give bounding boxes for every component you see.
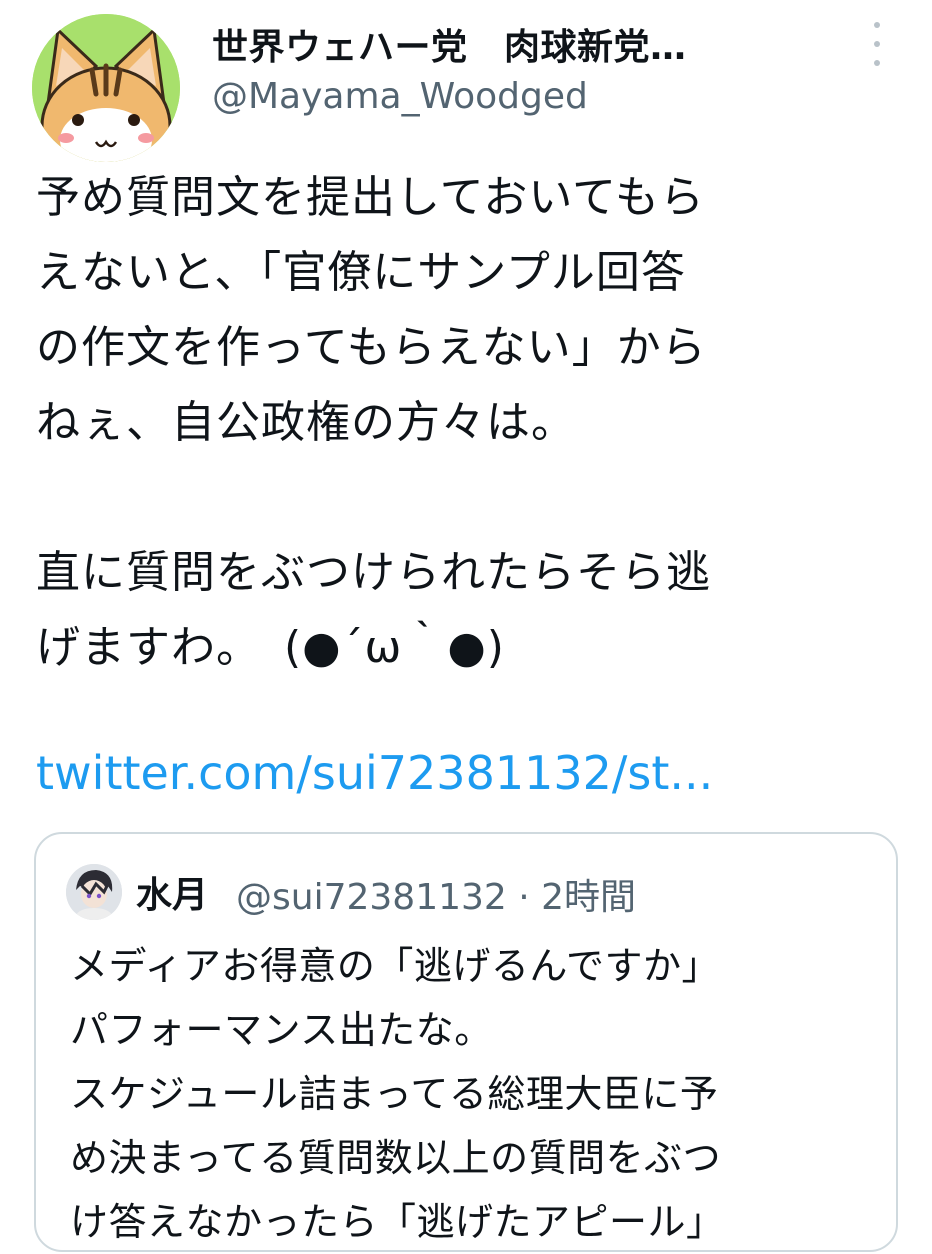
quoted-author-name: 水月 [136,875,209,916]
person-avatar-icon [66,864,122,920]
author-avatar[interactable] [32,14,180,162]
tweet-link[interactable]: twitter.com/sui72381132/st... [36,746,713,800]
author-display-name[interactable]: 世界ウェハー党 肉球新党… [212,18,687,70]
author-handle[interactable]: @Mayama_Woodged [212,76,588,117]
quoted-tweet-text: メディアお得意の「逃げるんですか」 パフォーマンス出たな。 スケジュール詰まって… [70,944,725,1244]
tweet-text: 予め質問文を提出しておいてもら えないと、「官僚にサンプル回答 の作文を作っても… [36,172,711,673]
cat-avatar-icon [32,14,180,162]
more-options-icon[interactable] [862,22,892,66]
quoted-author-meta: @sui72381132 · 2時間 [236,877,637,918]
quoted-author-avatar [66,864,122,920]
quoted-tweet-card[interactable]: 水月 @sui72381132 · 2時間 メディアお得意の「逃げるんですか」 … [34,832,898,1252]
